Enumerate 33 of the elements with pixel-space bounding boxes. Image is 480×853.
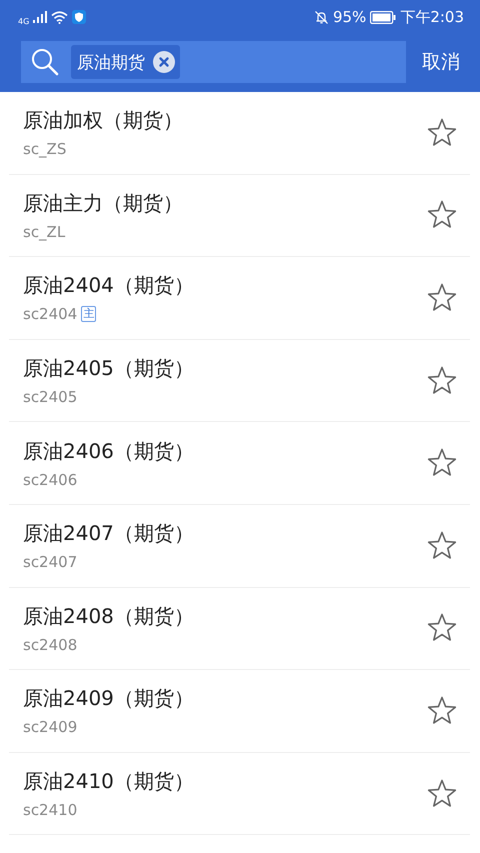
tag-label: 原油期货 [77,52,145,74]
bell-off-icon [314,10,329,24]
result-name: 原油加权（期货） [23,107,183,134]
result-name: 原油2408（期货） [23,602,194,630]
result-code: sc2408 [23,636,78,654]
search-field[interactable]: 原油期货 [21,41,406,83]
clock: 下午2:03 [400,8,464,26]
battery-icon [370,10,396,24]
result-code: sc2407 [23,553,78,572]
battery-percent: 95% [332,8,366,26]
main-contract-badge: 主 [81,306,96,322]
result-name: 原油2406（期货） [23,438,194,465]
result-code: sc2406 [23,470,78,489]
result-name: 原油2410（期货） [23,768,194,796]
cancel-button[interactable]: 取消 [422,49,460,75]
result-name: 原油主力（期货） [23,190,183,217]
result-name: 原油2407（期货） [23,520,194,548]
result-name: 原油2409（期货） [23,685,194,712]
result-name: 原油2405（期货） [23,355,194,382]
result-code: sc_ZS [23,140,66,158]
wifi-icon [51,10,68,24]
result-name: 原油2404（期货） [23,272,194,300]
shield-icon [72,10,86,24]
result-code: sc2405 [23,388,78,406]
result-code: sc2409 [23,718,78,736]
clear-icon[interactable] [153,51,175,73]
network-label: 4G [18,16,30,26]
result-code: sc_ZL [23,222,66,241]
signal-icon [33,11,48,23]
search-icon [31,48,59,76]
result-code: sc2404 [23,305,78,324]
result-code: sc2410 [23,801,78,820]
search-tag[interactable]: 原油期货 [71,45,180,79]
